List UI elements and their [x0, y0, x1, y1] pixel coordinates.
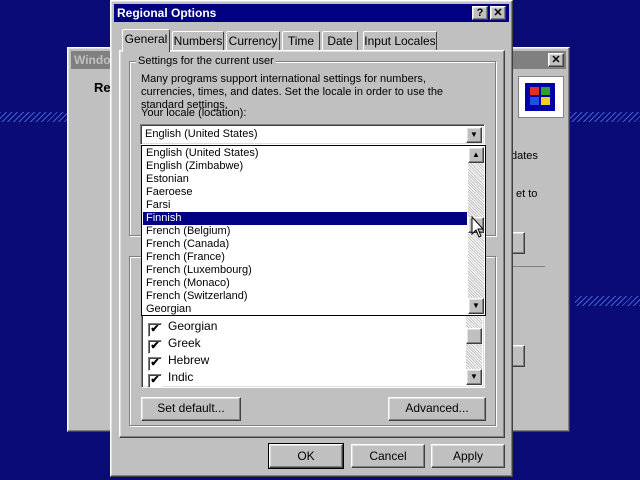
locale-value: English (United States)	[145, 128, 258, 140]
scroll-down-arrow-icon[interactable]: ▼	[468, 298, 484, 314]
background-button-2[interactable]	[511, 345, 525, 367]
close-icon[interactable]: ✕	[548, 53, 564, 67]
desktop-pattern-right-2	[575, 296, 640, 306]
dialog-title: Regional Options	[117, 6, 217, 20]
cancel-button[interactable]: Cancel	[351, 444, 425, 468]
tab-time[interactable]: Time	[282, 31, 320, 51]
dropdown-item[interactable]: French (Canada)	[143, 238, 467, 251]
list-item[interactable]: ✔ Georgian	[148, 318, 218, 337]
language-label: Hebrew	[168, 353, 210, 367]
dropdown-items: English (United States) English (Zimbabwe…	[143, 147, 467, 316]
locale-dropdown-list[interactable]: English (United States) English (Zimbabwe…	[141, 145, 486, 316]
dropdown-item[interactable]: Estonian	[143, 173, 467, 186]
dropdown-item[interactable]: French (Monaco)	[143, 277, 467, 290]
scroll-up-arrow-icon[interactable]: ▲	[468, 147, 484, 163]
language-list-scrollbar[interactable]: ▼	[466, 316, 482, 385]
dropdown-item[interactable]: French (France)	[143, 251, 467, 264]
language-label: Indic	[168, 370, 194, 384]
settings-group-title: Settings for the current user	[136, 55, 276, 67]
help-button[interactable]: ?	[472, 6, 488, 20]
dropdown-item[interactable]: Georgian	[143, 303, 467, 316]
background-button-1[interactable]	[511, 232, 525, 254]
dialog-titlebar: Regional Options ? ✕	[114, 4, 509, 22]
language-label: Greek	[168, 336, 201, 350]
tab-numbers[interactable]: Numbers	[172, 31, 224, 51]
scroll-down-arrow-icon[interactable]: ▼	[466, 369, 482, 385]
dropdown-item[interactable]: Faeroese	[143, 186, 467, 199]
list-item[interactable]: ✔ Greek	[148, 335, 201, 354]
dropdown-item[interactable]: Finnish	[143, 212, 467, 225]
close-button[interactable]: ✕	[490, 6, 506, 20]
advanced-button[interactable]: Advanced...	[388, 397, 486, 421]
dropdown-item[interactable]: French (Switzerland)	[143, 290, 467, 303]
dropdown-item[interactable]: English (United States)	[143, 147, 467, 160]
background-window-text-2: et to	[516, 188, 538, 200]
locale-combobox[interactable]: English (United States) ▼	[140, 124, 485, 145]
dropdown-item[interactable]: English (Zimbabwe)	[143, 160, 467, 173]
tab-input-locales[interactable]: Input Locales	[363, 31, 437, 51]
background-window-text-1: dates	[511, 150, 538, 162]
ok-button[interactable]: OK	[268, 443, 344, 469]
locale-label: Your locale (location):	[141, 107, 247, 119]
language-settings-list[interactable]: ✔ Georgian ✔ Greek ✔ Hebrew ✔ Indic ▼	[141, 313, 485, 388]
dropdown-item[interactable]: French (Luxembourg)	[143, 264, 467, 277]
dropdown-item[interactable]: Farsi	[143, 199, 467, 212]
background-window-heading: Re	[94, 80, 111, 95]
chevron-down-icon[interactable]: ▼	[466, 127, 482, 143]
set-default-button[interactable]: Set default...	[141, 397, 241, 421]
mouse-cursor-icon	[471, 216, 485, 238]
desktop-pattern-left	[0, 112, 68, 122]
tab-general[interactable]: General	[122, 29, 170, 52]
apply-button[interactable]: Apply	[431, 444, 505, 468]
background-divider	[511, 266, 545, 267]
list-item[interactable]: ✔ Hebrew	[148, 352, 210, 371]
scroll-thumb[interactable]	[466, 328, 482, 344]
list-item[interactable]: ✔ Indic	[148, 369, 194, 388]
windows-logo-icon	[518, 76, 564, 118]
desktop-pattern-right	[570, 112, 640, 122]
checkbox[interactable]: ✔	[148, 374, 162, 388]
regional-options-dialog: Regional Options ? ✕ General Numbers Cur…	[110, 0, 513, 477]
tab-date[interactable]: Date	[322, 31, 358, 51]
language-label: Georgian	[168, 319, 218, 333]
dropdown-item[interactable]: French (Belgium)	[143, 225, 467, 238]
tab-currency[interactable]: Currency	[226, 31, 280, 51]
